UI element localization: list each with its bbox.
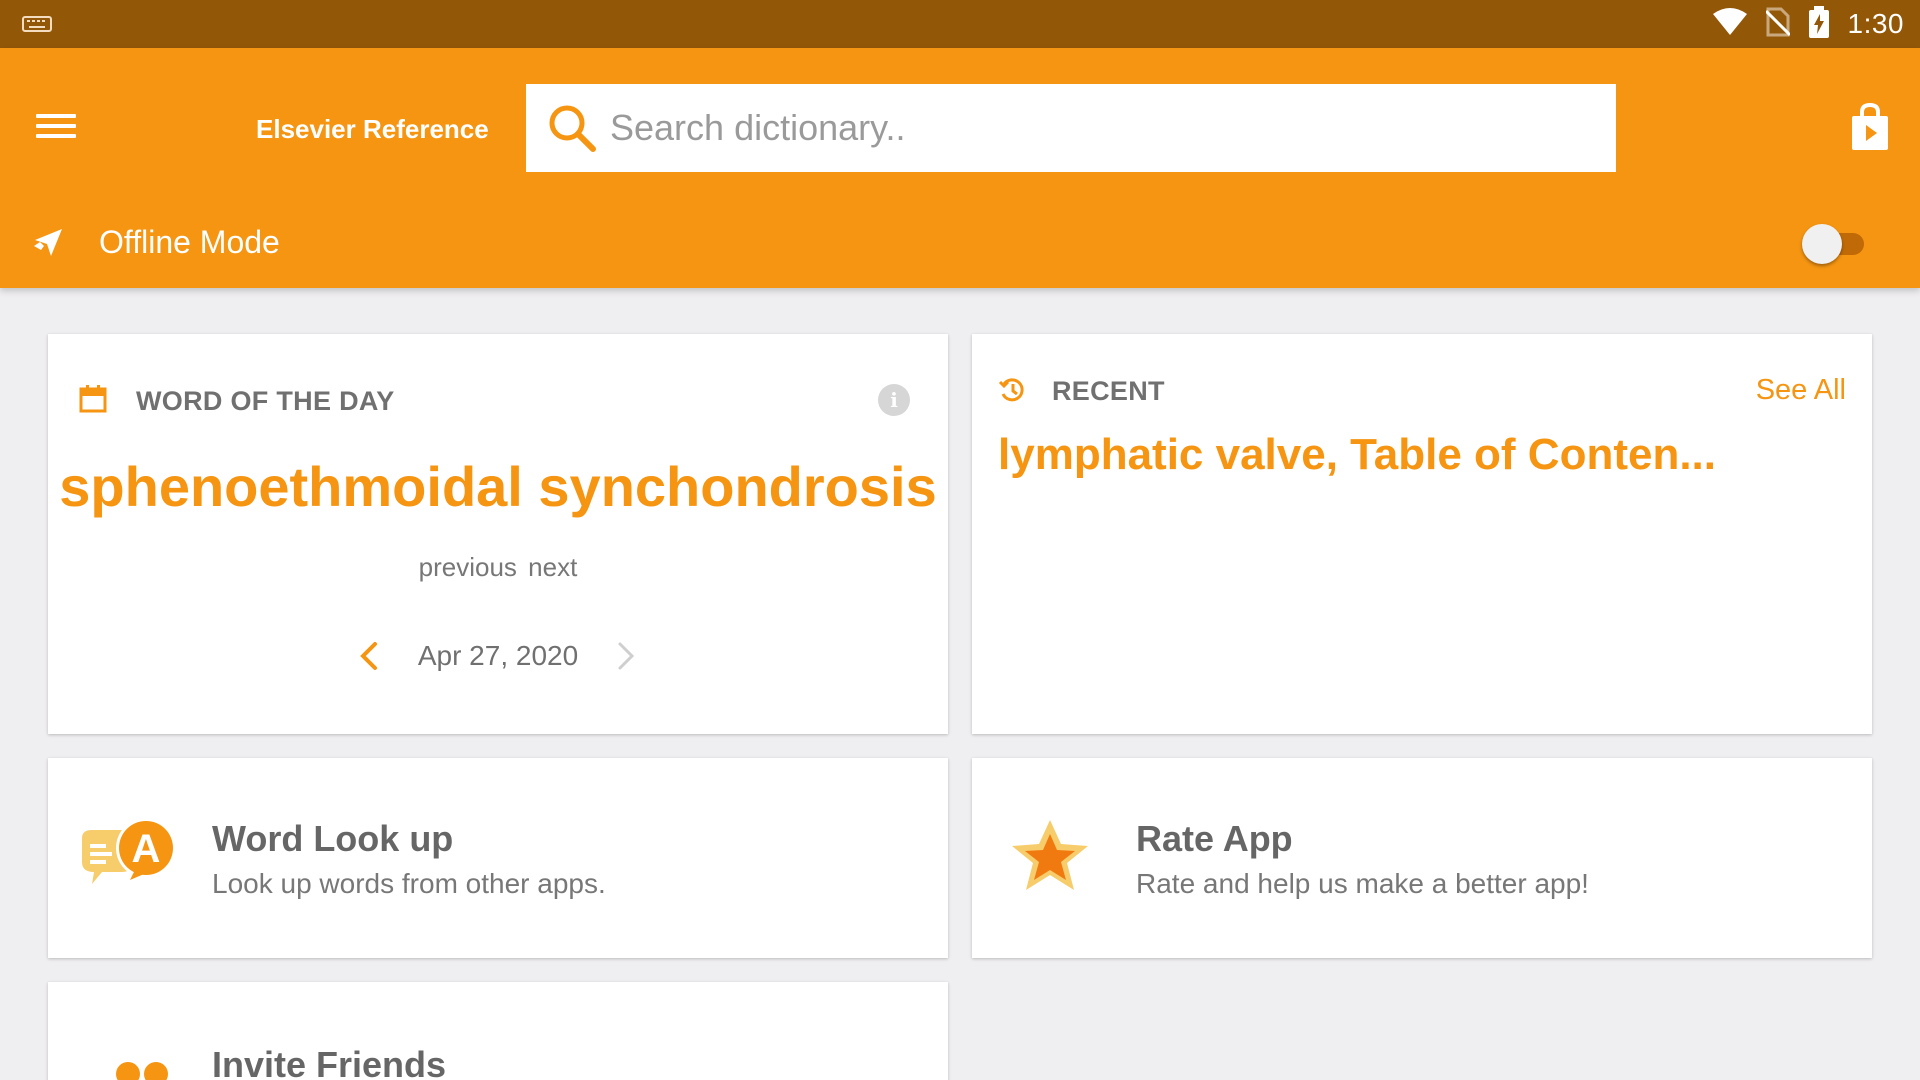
no-sim-icon <box>1764 7 1791 42</box>
word-lookup-card[interactable]: A Word Look up Look up words from other … <box>48 758 948 958</box>
date-navigator: Apr 27, 2020 <box>48 636 948 676</box>
rate-app-description: Rate and help us make a better app! <box>1136 868 1589 899</box>
word-of-the-day-header: WORD OF THE DAY <box>136 386 395 416</box>
history-icon <box>998 378 1024 402</box>
wifi-icon <box>1712 7 1748 41</box>
word-lookup-icon: A <box>82 818 176 884</box>
rate-app-title: Rate App <box>1136 818 1293 859</box>
hamburger-icon <box>36 114 76 118</box>
recent-card: RECENT See All lymphatic valve, Table of… <box>972 334 1872 734</box>
invite-friends-title: Invite Friends <box>212 1044 447 1080</box>
clock: 1:30 <box>1847 8 1904 39</box>
word-lookup-title: Word Look up <box>212 818 454 859</box>
menu-button[interactable] <box>32 108 80 148</box>
shopping-bag-icon[interactable] <box>1850 102 1890 152</box>
previous-link[interactable]: previous <box>419 552 517 582</box>
word-date: Apr 27, 2020 <box>417 640 579 671</box>
airplane-icon <box>34 229 62 256</box>
rate-app-card[interactable]: Rate App Rate and help us make a better … <box>972 758 1872 958</box>
invite-friends-card[interactable]: Invite Friends <box>48 982 948 1080</box>
search-input[interactable] <box>610 107 1616 149</box>
calendar-icon <box>79 385 107 413</box>
search-icon <box>549 105 596 152</box>
word-of-the-day-card[interactable]: WORD OF THE DAY i sphenoethmoidal syncho… <box>48 334 948 734</box>
svg-text:A: A <box>132 827 161 871</box>
offline-mode-toggle[interactable] <box>1802 220 1868 264</box>
chevron-left-icon[interactable] <box>353 636 387 676</box>
see-all-link[interactable]: See All <box>1756 374 1846 407</box>
app-bar: Elsevier Reference Offline Mode <box>0 48 1920 288</box>
info-icon[interactable]: i <box>878 384 910 416</box>
star-icon <box>1012 820 1088 890</box>
battery-charging-icon <box>1808 5 1830 43</box>
invite-friends-icon <box>116 1062 168 1080</box>
search-bar[interactable] <box>526 84 1616 172</box>
recent-items[interactable]: lymphatic valve, Table of Conten... <box>998 430 1716 480</box>
chevron-right-icon[interactable] <box>608 636 642 676</box>
status-bar: 1:30 <box>0 0 1920 48</box>
recent-header: RECENT <box>1052 376 1165 406</box>
prev-next-links: previous next <box>48 552 948 583</box>
word-of-the-day-word[interactable]: sphenoethmoidal synchondrosis <box>48 454 948 519</box>
app-title: Elsevier Reference <box>256 114 489 144</box>
offline-mode-row: Offline Mode <box>0 220 1920 272</box>
word-lookup-description: Look up words from other apps. <box>212 868 606 899</box>
offline-mode-label: Offline Mode <box>99 224 280 260</box>
next-link[interactable]: next <box>528 552 577 582</box>
keyboard-icon <box>22 16 52 37</box>
